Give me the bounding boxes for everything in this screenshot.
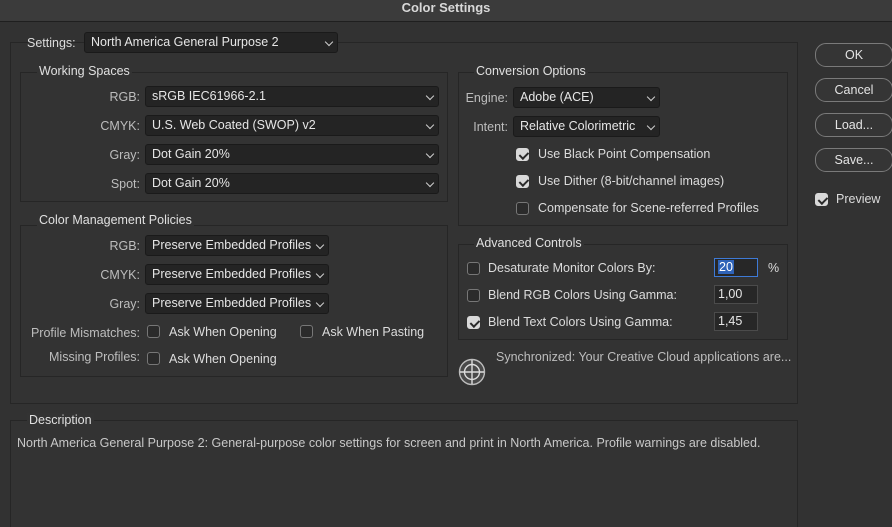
desaturate-input[interactable]: 20 [714,258,758,277]
chevron-down-icon [646,121,656,131]
policies-title: Color Management Policies [37,213,194,227]
engine-value: Adobe (ACE) [520,90,594,104]
working-spaces-title: Working Spaces [37,64,132,78]
policy-rgb-label: RGB: [109,239,140,253]
intent-label: Intent: [473,120,508,134]
missing-ask-opening-label: Ask When Opening [169,352,277,366]
blend-rgb-checkbox[interactable] [467,289,480,302]
missing-profiles-label: Missing Profiles: [49,350,140,364]
chevron-down-icon [315,269,325,279]
ws-spot-label: Spot: [110,177,140,191]
blend-rgb-label: Blend RGB Colors Using Gamma: [488,288,677,302]
ws-rgb-select[interactable]: sRGB IEC61966-2.1 [145,86,439,107]
policy-cmyk-label: CMYK: [100,268,140,282]
load-button[interactable]: Load... [815,113,892,137]
ask-opening-label: Ask When Opening [169,325,277,339]
settings-select[interactable]: North America General Purpose 2 [84,32,338,53]
chevron-down-icon [315,298,325,308]
black-point-label: Use Black Point Compensation [538,147,711,161]
chevron-down-icon [425,91,435,101]
policy-cmyk-value: Preserve Embedded Profiles [152,267,312,281]
desaturate-checkbox[interactable] [467,262,480,275]
ws-rgb-label: RGB: [109,90,140,104]
ws-gray-select[interactable]: Dot Gain 20% [145,144,439,165]
ws-gray-label: Gray: [109,148,140,162]
ws-spot-select[interactable]: Dot Gain 20% [145,173,439,194]
policy-gray-select[interactable]: Preserve Embedded Profiles [145,293,329,314]
policy-rgb-value: Preserve Embedded Profiles [152,238,312,252]
chevron-down-icon [425,120,435,130]
window-title: Color Settings [0,0,892,22]
ws-cmyk-label: CMYK: [100,119,140,133]
ws-gray-value: Dot Gain 20% [152,147,230,161]
policy-rgb-select[interactable]: Preserve Embedded Profiles [145,235,329,256]
profile-mismatches-label: Profile Mismatches: [30,326,140,340]
blend-rgb-input[interactable]: 1,00 [714,285,758,304]
sync-icon [458,358,486,386]
scene-referred-checkbox[interactable] [516,202,529,215]
preview-checkbox[interactable] [815,193,828,206]
policy-gray-value: Preserve Embedded Profiles [152,296,312,310]
chevron-down-icon [315,240,325,250]
ws-rgb-value: sRGB IEC61966-2.1 [152,89,266,103]
ok-button[interactable]: OK [815,43,892,67]
sync-status-text: Synchronized: Your Creative Cloud applic… [496,350,792,364]
engine-label: Engine: [465,91,508,105]
description-title: Description [27,413,94,427]
ws-cmyk-value: U.S. Web Coated (SWOP) v2 [152,118,316,132]
scene-referred-label: Compensate for Scene-referred Profiles [538,201,759,215]
blend-text-input[interactable]: 1,45 [714,312,758,331]
ws-cmyk-select[interactable]: U.S. Web Coated (SWOP) v2 [145,115,439,136]
settings-select-value: North America General Purpose 2 [91,35,279,49]
cancel-button[interactable]: Cancel [815,78,892,102]
dither-label: Use Dither (8-bit/channel images) [538,174,725,188]
desaturate-label: Desaturate Monitor Colors By: [488,261,656,275]
ask-pasting-label: Ask When Pasting [322,325,425,339]
percent-label: % [768,261,780,275]
settings-label: Settings: [27,36,76,50]
advanced-title: Advanced Controls [474,236,584,250]
intent-value: Relative Colorimetric [520,119,636,133]
blend-text-checkbox[interactable] [467,316,480,329]
ws-spot-value: Dot Gain 20% [152,176,230,190]
missing-ask-opening-checkbox[interactable] [147,352,160,365]
preview-label: Preview [836,192,881,206]
description-text: North America General Purpose 2: General… [17,436,761,450]
chevron-down-icon [324,37,334,47]
engine-select[interactable]: Adobe (ACE) [513,87,660,108]
desaturate-value: 20 [718,260,734,274]
conversion-title: Conversion Options [474,64,588,78]
blend-text-label: Blend Text Colors Using Gamma: [488,315,673,329]
chevron-down-icon [425,178,435,188]
dither-checkbox[interactable] [516,175,529,188]
ask-opening-checkbox[interactable] [147,325,160,338]
policy-gray-label: Gray: [109,297,140,311]
policy-cmyk-select[interactable]: Preserve Embedded Profiles [145,264,329,285]
intent-select[interactable]: Relative Colorimetric [513,116,660,137]
ask-pasting-checkbox[interactable] [300,325,313,338]
chevron-down-icon [646,92,656,102]
chevron-down-icon [425,149,435,159]
black-point-checkbox[interactable] [516,148,529,161]
save-button[interactable]: Save... [815,148,892,172]
